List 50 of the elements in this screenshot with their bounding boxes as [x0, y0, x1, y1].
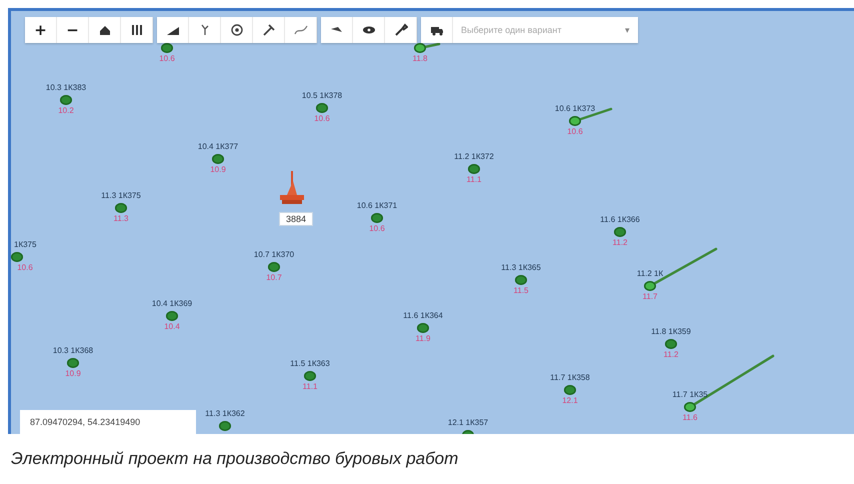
- well-value: 11.8: [412, 54, 428, 64]
- select-dropdown[interactable]: Выберите один вариант ▾: [453, 17, 638, 43]
- well-value: 11.1: [466, 175, 482, 185]
- well-value: 10.6: [314, 114, 330, 124]
- well-value: 10.9: [65, 369, 81, 379]
- well-value: 11.9: [416, 334, 430, 344]
- zoom-out-button[interactable]: −: [57, 17, 89, 43]
- well-label: 11.2 1К: [636, 269, 664, 279]
- rig-label: 3884: [279, 212, 314, 226]
- well-label: 11.2 1К372: [454, 152, 494, 162]
- well-label: 12.1 1К357: [448, 418, 488, 428]
- well-value: 10.6: [159, 54, 175, 64]
- well-label: 11.3 1К365: [501, 263, 541, 273]
- well-value: 10.2: [58, 106, 74, 116]
- well-value: 11.2: [664, 350, 678, 360]
- well-label: 10.6 1К371: [356, 201, 398, 211]
- well-label: 10.7 1К370: [254, 250, 294, 260]
- well-value: 11.5: [514, 286, 528, 296]
- well-value: 10.6: [567, 127, 583, 137]
- well-value: 10.6: [369, 224, 385, 234]
- well-label: 10.4 1К377: [198, 142, 238, 152]
- well-value: 11.7: [642, 292, 658, 302]
- coordinates-display: 87.09470294, 54.23419490: [20, 410, 196, 434]
- well-label: 11.7 1К35: [672, 390, 708, 400]
- well-value: 10.6: [17, 263, 33, 273]
- well-label: 11.6 1К366: [600, 215, 640, 225]
- well-label: 10.4 1К369: [152, 299, 192, 309]
- dropdown-arrow-icon[interactable]: ▾: [625, 25, 630, 35]
- well-value: 11.2: [612, 238, 628, 248]
- well-value: 11.6: [682, 413, 698, 423]
- well-label: 11.6 1К364: [403, 311, 443, 321]
- well-value: 10.4: [164, 322, 180, 332]
- well-value: 11.1: [302, 382, 318, 392]
- well-value: 10.7: [266, 273, 282, 283]
- well-value: 11.3: [114, 214, 128, 224]
- well-label: 11.3 1К362: [205, 409, 245, 419]
- well-label: 10.6 1К373: [554, 104, 596, 114]
- well-label: 11.5 1К363: [290, 359, 330, 369]
- select-placeholder: Выберите один вариант: [461, 25, 562, 35]
- well-label: 11.3 1К375: [101, 191, 141, 201]
- well-label: 10.3 1К383: [46, 83, 86, 93]
- zoom-in-button[interactable]: +: [25, 17, 57, 43]
- well-label: 1К375: [14, 240, 36, 250]
- well-label: 11.8 1К359: [651, 327, 691, 337]
- well-label: 10.5 1К378: [302, 91, 342, 101]
- well-value: 12.1: [562, 396, 578, 406]
- well-label: 10.3 1К368: [52, 346, 94, 356]
- caption: Электронный проект на производство буровых работ: [10, 448, 460, 469]
- well-value: 10.9: [210, 165, 226, 175]
- well-label: 11.7 1К358: [550, 373, 590, 383]
